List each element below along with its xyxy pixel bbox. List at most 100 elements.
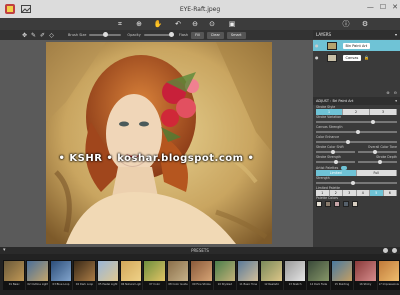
stroke-strength-label: Stroke Strength <box>316 155 341 159</box>
preset-item[interactable]: 09 Fine Stroke <box>190 259 213 290</box>
flash-label: Flash <box>178 33 189 37</box>
strength-slider[interactable] <box>316 180 397 185</box>
compare-icon[interactable]: ▣ <box>227 19 237 29</box>
layer-label[interactable]: Bin Paint Art <box>342 42 371 49</box>
add-preset-icon[interactable] <box>383 248 388 253</box>
preset-item[interactable]: 07 Color <box>143 259 166 290</box>
lock-icon[interactable]: 🔒 <box>364 55 369 60</box>
stroke-strength-slider[interactable] <box>316 159 355 164</box>
palette-swatch[interactable] <box>343 201 349 207</box>
stroke-color-shift-label: Stroke Color Shift <box>316 145 344 149</box>
preset-label: 08 Color Guide <box>167 280 189 289</box>
artist-palettes-toggle[interactable] <box>341 165 348 170</box>
canvas-strength-slider[interactable] <box>316 129 397 134</box>
brush-tool-icon[interactable]: ✎ <box>29 31 38 40</box>
preset-item[interactable]: 08 Color Guide <box>166 259 190 290</box>
hand-icon[interactable]: ✋ <box>153 19 163 29</box>
palette-number-5[interactable]: 5 <box>370 190 384 196</box>
opacity-knob[interactable] <box>168 32 174 37</box>
stroke-style-option-3[interactable]: 3 <box>370 109 397 115</box>
preset-item[interactable]: 05 Pastel Light <box>96 259 120 290</box>
palette-swatch[interactable] <box>334 201 340 207</box>
preset-item[interactable]: 06 Natural Light <box>120 259 143 290</box>
preset-item[interactable]: 03 Blue Loop <box>49 259 73 290</box>
color-enhance-slider[interactable] <box>316 139 397 144</box>
palette-number-4[interactable]: 4 <box>356 190 370 196</box>
palette-swatch[interactable] <box>352 201 358 207</box>
preset-item[interactable]: 04 Dark Loop <box>73 259 96 290</box>
presets-title: PRESETS <box>191 248 209 253</box>
palette-swatch[interactable] <box>316 201 322 207</box>
layers-header: LAYERS ▾ <box>313 30 400 39</box>
preset-item[interactable]: 13 Sketch <box>283 259 307 290</box>
palette-number-3[interactable]: 3 <box>343 190 357 196</box>
preset-label: 03 Blue Loop <box>50 280 72 289</box>
preset-item[interactable]: 14 Dark Fade <box>307 259 330 290</box>
preset-controls <box>383 248 397 253</box>
adjust-header: ADJUST : Bri Paint Art ▾ <box>313 97 400 105</box>
layer-item-canvas[interactable]: ● Canvas 🔒 <box>313 52 400 63</box>
palette-swatches <box>313 200 400 208</box>
zoom-fit-icon[interactable]: ⊙ <box>207 19 217 29</box>
minimize-button[interactable]: — <box>367 3 374 11</box>
canvas-area[interactable]: • KSHR • koshar.blogspot.com • <box>0 40 313 247</box>
right-panel: LAYERS ▾ ● Bin Paint Art ● Canvas 🔒 ⊕ ⊖ … <box>313 30 400 247</box>
stroke-depth-slider[interactable] <box>358 159 397 164</box>
stroke-style-option-2[interactable]: 2 <box>343 109 370 115</box>
preset-item[interactable]: 16 Sticky <box>354 259 377 290</box>
stroke-depth-label: Stroke Depth <box>376 155 397 159</box>
fill-button[interactable]: Fill <box>191 31 204 39</box>
maximize-button[interactable]: ☐ <box>380 3 386 11</box>
preset-item[interactable]: 11 Basic Tone <box>237 259 260 290</box>
preset-label: 09 Fine Stroke <box>191 280 212 289</box>
preset-label: 15 Painting <box>331 280 353 289</box>
eye-icon[interactable]: ● <box>315 55 319 60</box>
layer-item-paint-art[interactable]: ● Bin Paint Art <box>313 40 400 51</box>
undo-icon[interactable]: ↶ <box>173 19 183 29</box>
pencil-tool-icon[interactable]: ✐ <box>38 31 47 40</box>
palette-number-6[interactable]: 6 <box>383 190 397 196</box>
preset-item[interactable]: 10 Stylized <box>213 259 237 290</box>
preset-label: 17 Impressionist <box>378 280 399 289</box>
title-bar: EYE-Raft.jpeg — ☐ ✕ <box>0 0 400 18</box>
eye-icon[interactable]: ● <box>315 43 319 48</box>
close-button[interactable]: ✕ <box>392 3 398 11</box>
delete-layer-icon[interactable]: ⊖ <box>394 90 397 96</box>
layer-thumbnail <box>326 53 337 62</box>
opacity-slider[interactable] <box>143 32 174 37</box>
smart-button[interactable]: Smart <box>226 31 246 39</box>
chevron-down-icon[interactable]: ▾ <box>395 32 397 37</box>
add-layer-icon[interactable]: ⊕ <box>386 90 389 96</box>
window-title: EYE-Raft.jpeg <box>179 5 221 13</box>
brush-size-slider[interactable] <box>89 32 122 37</box>
stroke-variation-slider[interactable] <box>316 119 397 124</box>
palette-swatch[interactable] <box>325 201 331 207</box>
move-tool-icon[interactable]: ✥ <box>20 31 29 40</box>
chevron-down-icon[interactable]: ▾ <box>3 247 6 253</box>
overall-color-tone-slider[interactable] <box>358 149 397 154</box>
info-icon[interactable]: ⓘ <box>341 19 351 29</box>
presets-strip: 01 Basic 02 Outline Light 03 Blue Loop 0… <box>0 254 400 295</box>
preset-item[interactable]: 17 Impressionist <box>377 259 400 290</box>
preset-item[interactable]: 02 Outline Light <box>26 259 49 290</box>
zoom-in-icon[interactable]: ⊕ <box>134 19 144 29</box>
clear-button[interactable]: Clear <box>206 31 224 39</box>
palette-option-full[interactable]: Full <box>356 170 397 176</box>
chevron-down-icon[interactable]: ▾ <box>395 99 397 103</box>
eraser-tool-icon[interactable]: ◇ <box>47 31 56 40</box>
preset-item[interactable]: 12 Realistic <box>260 259 283 290</box>
settings-icon[interactable]: ⚙ <box>360 19 370 29</box>
presets-header: ▾ PRESETS <box>0 247 400 254</box>
adjust-title: ADJUST : Bri Paint Art <box>316 99 354 103</box>
remove-preset-icon[interactable] <box>392 248 397 253</box>
window-controls: — ☐ ✕ <box>367 3 398 11</box>
painting-image[interactable] <box>46 42 272 244</box>
brush-size-knob[interactable] <box>103 32 109 37</box>
stroke-color-shift-slider[interactable] <box>316 149 355 154</box>
zoom-out-icon[interactable]: ⊖ <box>190 19 200 29</box>
preset-item[interactable]: 01 Basic <box>3 259 26 290</box>
preset-label: 06 Natural Light <box>121 280 142 289</box>
preset-item[interactable]: 15 Painting <box>330 259 354 290</box>
crop-icon[interactable]: ⌗ <box>115 19 125 29</box>
layer-label[interactable]: Canvas <box>342 54 362 61</box>
